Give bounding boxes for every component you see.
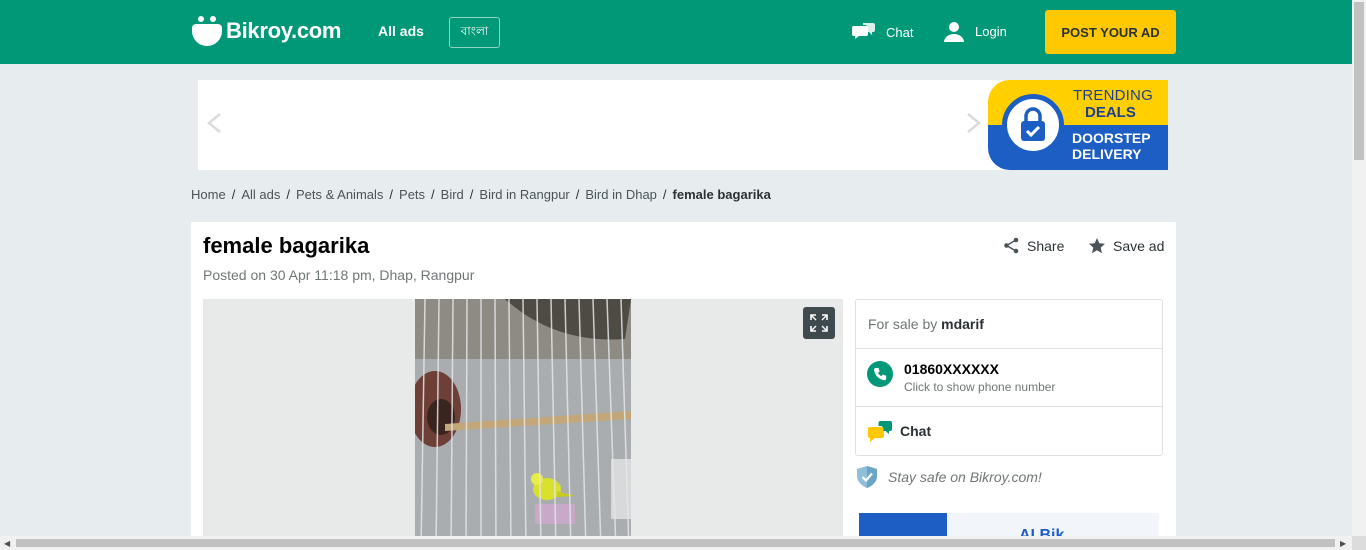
vertical-scrollbar-thumb[interactable] [1354, 2, 1364, 160]
deal-line-4: DELIVERY [1072, 146, 1142, 162]
image-gallery[interactable] [203, 299, 843, 550]
breadcrumb-home[interactable]: Home [191, 187, 226, 202]
promo-banner[interactable]: TRENDING DEALS DOORSTEP DELIVERY [198, 80, 1168, 170]
banner-next-arrow-icon[interactable] [962, 112, 984, 134]
expand-icon [810, 314, 828, 332]
seller-name[interactable]: mdarif [941, 316, 984, 332]
save-ad-label: Save ad [1113, 238, 1165, 254]
star-icon [1089, 238, 1105, 254]
phone-number: 01860XXXXXX [904, 361, 999, 377]
chat-label: Chat [900, 423, 932, 439]
nav-chat-link[interactable]: Chat [852, 22, 913, 42]
breadcrumb-pets-animals[interactable]: Pets & Animals [296, 187, 383, 202]
ad-photo-bird-cage[interactable] [415, 299, 631, 550]
nav-chat-label: Chat [886, 24, 914, 40]
phone-hint: Click to show phone number [904, 380, 1056, 394]
ad-detail-card: female bagarika Posted on 30 Apr 11:18 p… [191, 222, 1176, 550]
banner-prev-arrow-icon[interactable] [204, 112, 226, 134]
horizontal-scrollbar-thumb[interactable] [16, 539, 1335, 547]
breadcrumb-bird-dhap[interactable]: Bird in Dhap [585, 187, 657, 202]
scroll-right-icon[interactable]: ▶ [1340, 539, 1346, 548]
deal-line-1: TRENDING [1073, 87, 1153, 104]
top-header: Bikroy.com All ads বাংলা Chat Login POST… [0, 0, 1352, 64]
horizontal-scrollbar[interactable]: ◀ ▶ [0, 536, 1352, 550]
show-phone-button[interactable]: 01860XXXXXX Click to show phone number [856, 349, 1162, 407]
breadcrumb-bird-rangpur[interactable]: Bird in Rangpur [479, 187, 569, 202]
post-your-ad-button[interactable]: POST YOUR AD [1045, 10, 1176, 54]
chat-with-seller-button[interactable]: Chat [856, 407, 1162, 455]
language-toggle-button[interactable]: বাংলা [449, 17, 500, 48]
fullscreen-button[interactable] [803, 307, 835, 339]
lock-icon [1002, 94, 1064, 156]
share-button[interactable]: Share [1003, 237, 1064, 254]
ad-title: female bagarika [203, 233, 370, 258]
trending-deals-ad[interactable]: TRENDING DEALS DOORSTEP DELIVERY [988, 80, 1168, 170]
breadcrumb-all-ads[interactable]: All ads [241, 187, 280, 202]
vertical-scrollbar[interactable] [1352, 0, 1366, 536]
share-icon [1004, 237, 1019, 254]
chat-bubbles-icon [868, 421, 892, 442]
seller-contact-box: For sale by mdarif 01860XXXXXX Click to … [855, 299, 1163, 456]
user-icon [944, 22, 964, 42]
breadcrumb-pets[interactable]: Pets [399, 187, 425, 202]
nav-login-link[interactable]: Login [943, 20, 1007, 42]
deal-line-2: DEALS [1085, 104, 1136, 121]
save-ad-button[interactable]: Save ad [1088, 237, 1164, 255]
bikroy-logo[interactable]: Bikroy.com [192, 16, 341, 46]
seller-prefix: For sale by [868, 316, 938, 332]
seller-info: For sale by mdarif [856, 300, 1162, 349]
chat-bubbles-icon [852, 23, 875, 39]
deal-line-3: DOORSTEP [1072, 130, 1151, 146]
safety-tip-text: Stay safe on Bikroy.com! [888, 469, 1042, 485]
nav-all-ads-link[interactable]: All ads [378, 23, 424, 39]
scroll-left-icon[interactable]: ◀ [4, 539, 10, 548]
nav-login-label: Login [975, 23, 1007, 39]
breadcrumb: Home / All ads / Pets & Animals / Pets / Bir… [191, 187, 771, 202]
ad-posted-info: Posted on 30 Apr 11:18 pm, Dhap, Rangpur [203, 267, 475, 283]
shield-check-icon [857, 466, 877, 488]
phone-icon [867, 361, 893, 387]
logo-icon [192, 16, 222, 46]
share-label: Share [1027, 237, 1065, 254]
breadcrumb-bird[interactable]: Bird [441, 187, 464, 202]
safety-tip-link[interactable]: Stay safe on Bikroy.com! [856, 465, 1042, 489]
logo-text: Bikroy.com [226, 18, 342, 43]
breadcrumb-current: female bagarika [672, 187, 771, 202]
